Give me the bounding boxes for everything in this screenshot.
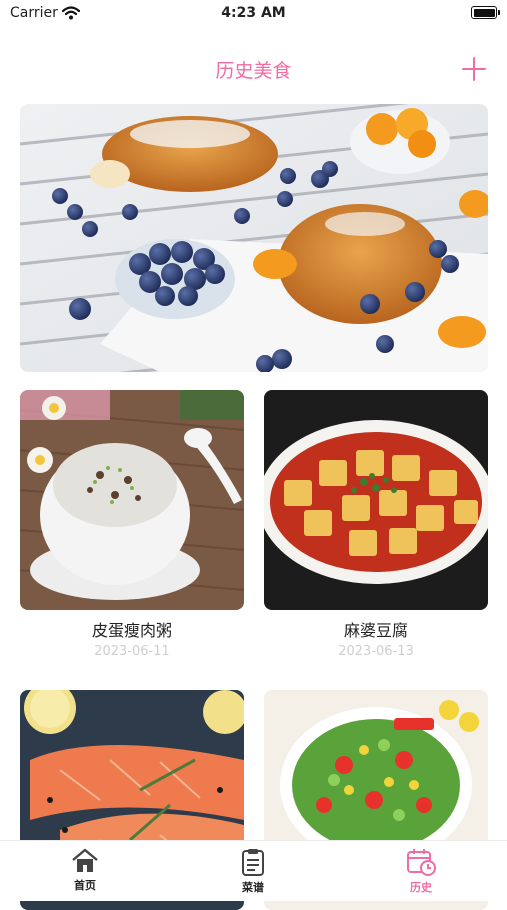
recipe-date: 2023-06-13	[338, 644, 414, 659]
recipe-image	[264, 390, 488, 610]
home-icon	[72, 848, 98, 872]
tab-recipes[interactable]: 菜谱	[208, 847, 298, 895]
recipe-date: 2023-06-11	[94, 644, 170, 659]
recipe-card[interactable]: 皮蛋瘦肉粥 2023-06-11	[20, 390, 244, 659]
status-bar: Carrier 4:23 AM	[0, 0, 507, 30]
recipe-name: 麻婆豆腐	[343, 621, 408, 640]
tab-bar: 首页 菜谱 历史	[0, 840, 507, 901]
clipboard-icon	[242, 849, 264, 876]
status-time: 4:23 AM	[221, 5, 286, 21]
tab-label: 首页	[74, 879, 96, 892]
recipe-name: 皮蛋瘦肉粥	[91, 621, 172, 640]
tab-label: 菜谱	[242, 881, 264, 894]
hero-banner-image[interactable]	[20, 104, 488, 372]
recipe-image	[20, 390, 244, 610]
nav-bar: 历史美食	[0, 44, 507, 90]
battery-icon	[471, 6, 500, 19]
tab-label: 历史	[410, 881, 432, 894]
calendar-clock-icon	[407, 849, 436, 876]
page-title: 历史美食	[215, 60, 292, 82]
recipe-card[interactable]: 麻婆豆腐 2023-06-13	[264, 390, 488, 659]
tab-home[interactable]: 首页	[40, 847, 130, 893]
tab-history[interactable]: 历史	[376, 847, 466, 895]
plus-icon[interactable]	[461, 56, 487, 82]
